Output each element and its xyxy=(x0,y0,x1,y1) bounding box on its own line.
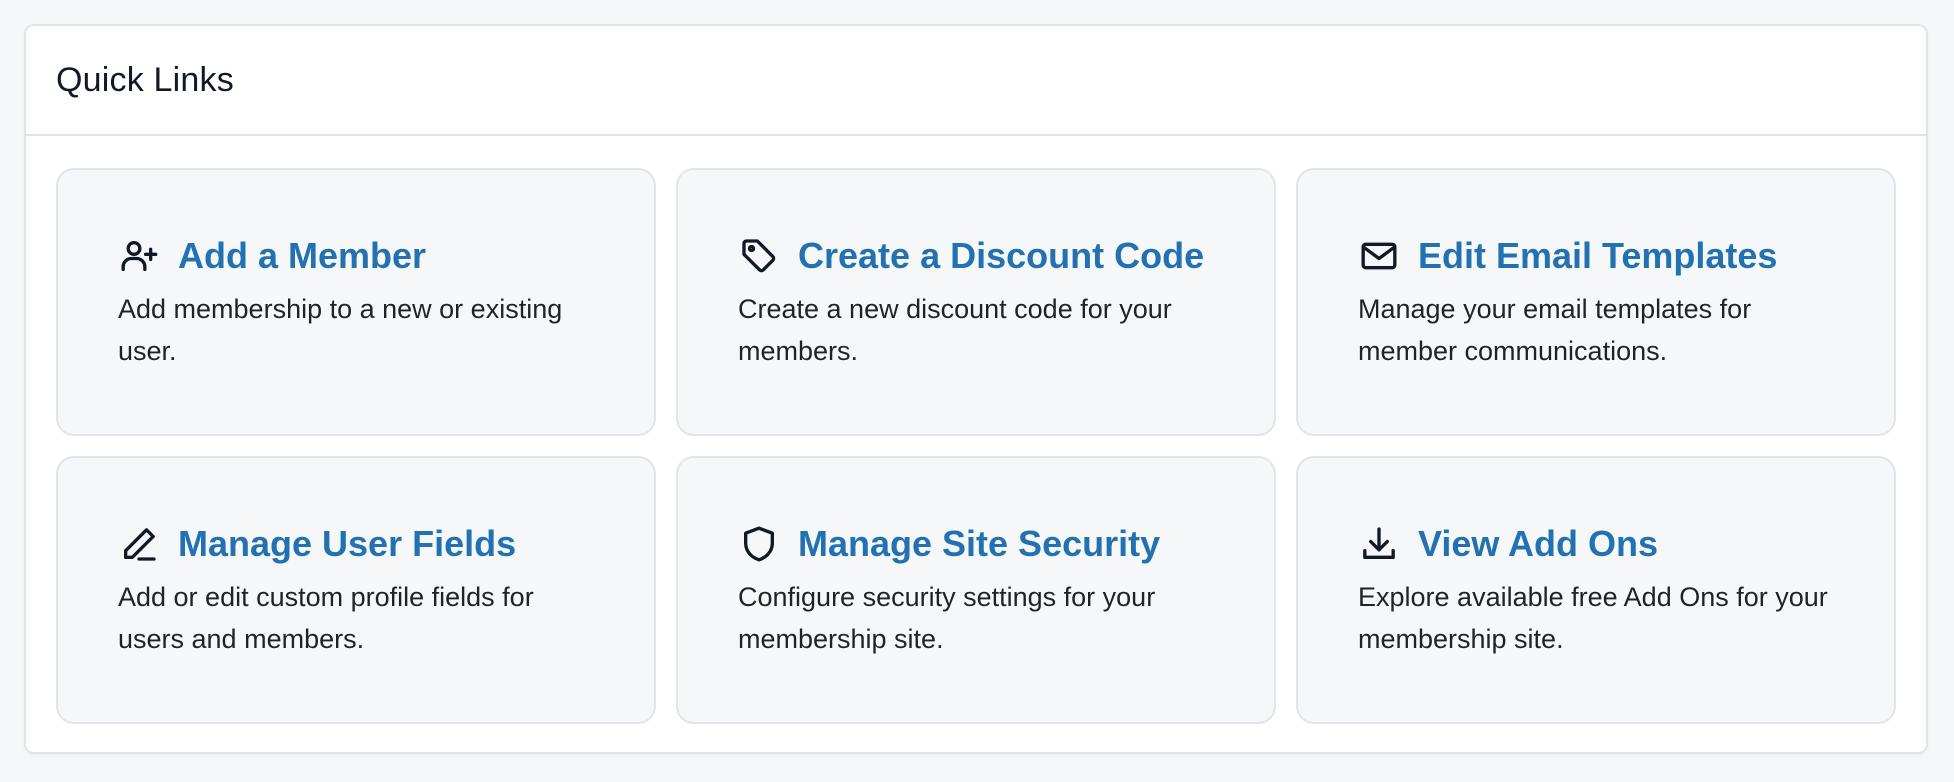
card-head: Manage Site Security xyxy=(738,520,1234,568)
edit-email-templates-link[interactable]: Edit Email Templates xyxy=(1418,235,1777,277)
add-member-description: Add membership to a new or existing user… xyxy=(118,294,563,366)
quick-link-edit-email-templates[interactable]: Edit Email Templates Manage your email t… xyxy=(1296,168,1896,436)
manage-site-security-link[interactable]: Manage Site Security xyxy=(798,523,1160,565)
shield-icon xyxy=(738,523,780,565)
pencil-icon xyxy=(118,523,160,565)
view-add-ons-link[interactable]: View Add Ons xyxy=(1418,523,1658,565)
card-head: Add a Member xyxy=(118,232,614,280)
card-head: Manage User Fields xyxy=(118,520,614,568)
quick-links-panel: Quick Links Add a Member Add membership … xyxy=(24,24,1928,754)
envelope-icon xyxy=(1358,235,1400,277)
quick-links-grid: Add a Member Add membership to a new or … xyxy=(56,168,1896,724)
add-member-link[interactable]: Add a Member xyxy=(178,235,426,277)
manage-site-security-description: Configure security settings for your mem… xyxy=(738,582,1156,654)
user-plus-icon xyxy=(118,235,160,277)
quick-link-view-add-ons[interactable]: View Add Ons Explore available free Add … xyxy=(1296,456,1896,724)
manage-user-fields-link[interactable]: Manage User Fields xyxy=(178,523,516,565)
panel-header: Quick Links xyxy=(26,26,1926,136)
card-head: Create a Discount Code xyxy=(738,232,1234,280)
download-icon xyxy=(1358,523,1400,565)
manage-user-fields-description: Add or edit custom profile fields for us… xyxy=(118,582,534,654)
quick-link-manage-site-security[interactable]: Manage Site Security Configure security … xyxy=(676,456,1276,724)
create-discount-code-link[interactable]: Create a Discount Code xyxy=(798,235,1204,277)
edit-email-templates-description: Manage your email templates for member c… xyxy=(1358,294,1752,366)
quick-link-add-member[interactable]: Add a Member Add membership to a new or … xyxy=(56,168,656,436)
panel-title: Quick Links xyxy=(56,60,234,99)
quick-link-manage-user-fields[interactable]: Manage User Fields Add or edit custom pr… xyxy=(56,456,656,724)
view-add-ons-description: Explore available free Add Ons for your … xyxy=(1358,582,1828,654)
card-head: Edit Email Templates xyxy=(1358,232,1854,280)
create-discount-code-description: Create a new discount code for your memb… xyxy=(738,294,1172,366)
quick-link-create-discount-code[interactable]: Create a Discount Code Create a new disc… xyxy=(676,168,1276,436)
tag-icon xyxy=(738,235,780,277)
card-head: View Add Ons xyxy=(1358,520,1854,568)
